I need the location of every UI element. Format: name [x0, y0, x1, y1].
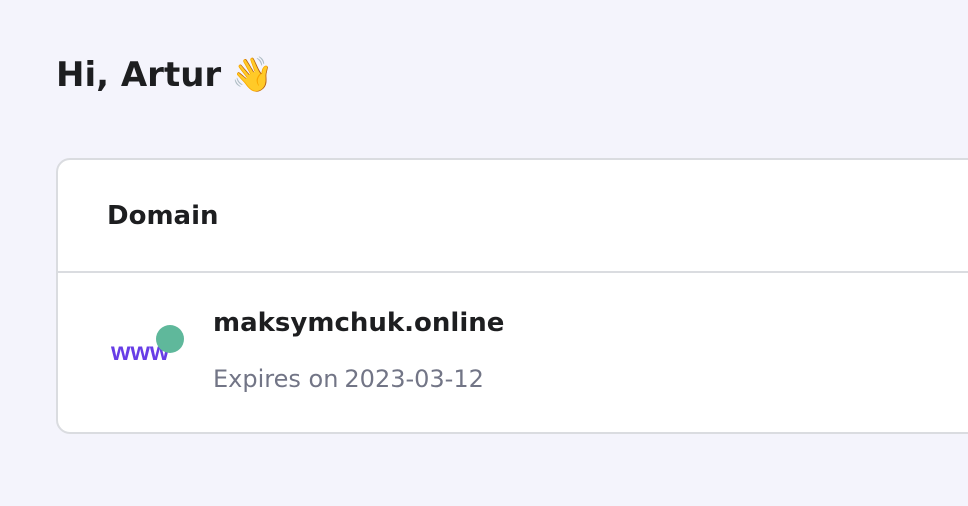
domain-name[interactable]: maksymchuk.online — [213, 306, 504, 340]
www-icon-dot — [156, 325, 184, 353]
card-header: Domain — [58, 160, 968, 273]
domain-expiry: Expires on 2023-03-12 — [213, 364, 504, 394]
domains-card: Domain www maksymchuk.online Expires on 2… — [56, 158, 968, 434]
greeting-text: Hi, Artur — [56, 55, 222, 95]
domain-list-item[interactable]: www maksymchuk.online Expires on 2023-03-… — [58, 273, 968, 434]
greeting-heading: Hi, Artur 👋 — [56, 52, 274, 98]
expiry-date: 2023-03-12 — [344, 365, 484, 393]
expiry-label: Expires on — [213, 365, 339, 393]
card-title: Domain — [107, 200, 219, 231]
domain-details: maksymchuk.online Expires on 2023-03-12 — [213, 306, 504, 394]
www-icon: www — [110, 325, 184, 366]
waving-hand-icon: 👋 — [231, 55, 274, 95]
